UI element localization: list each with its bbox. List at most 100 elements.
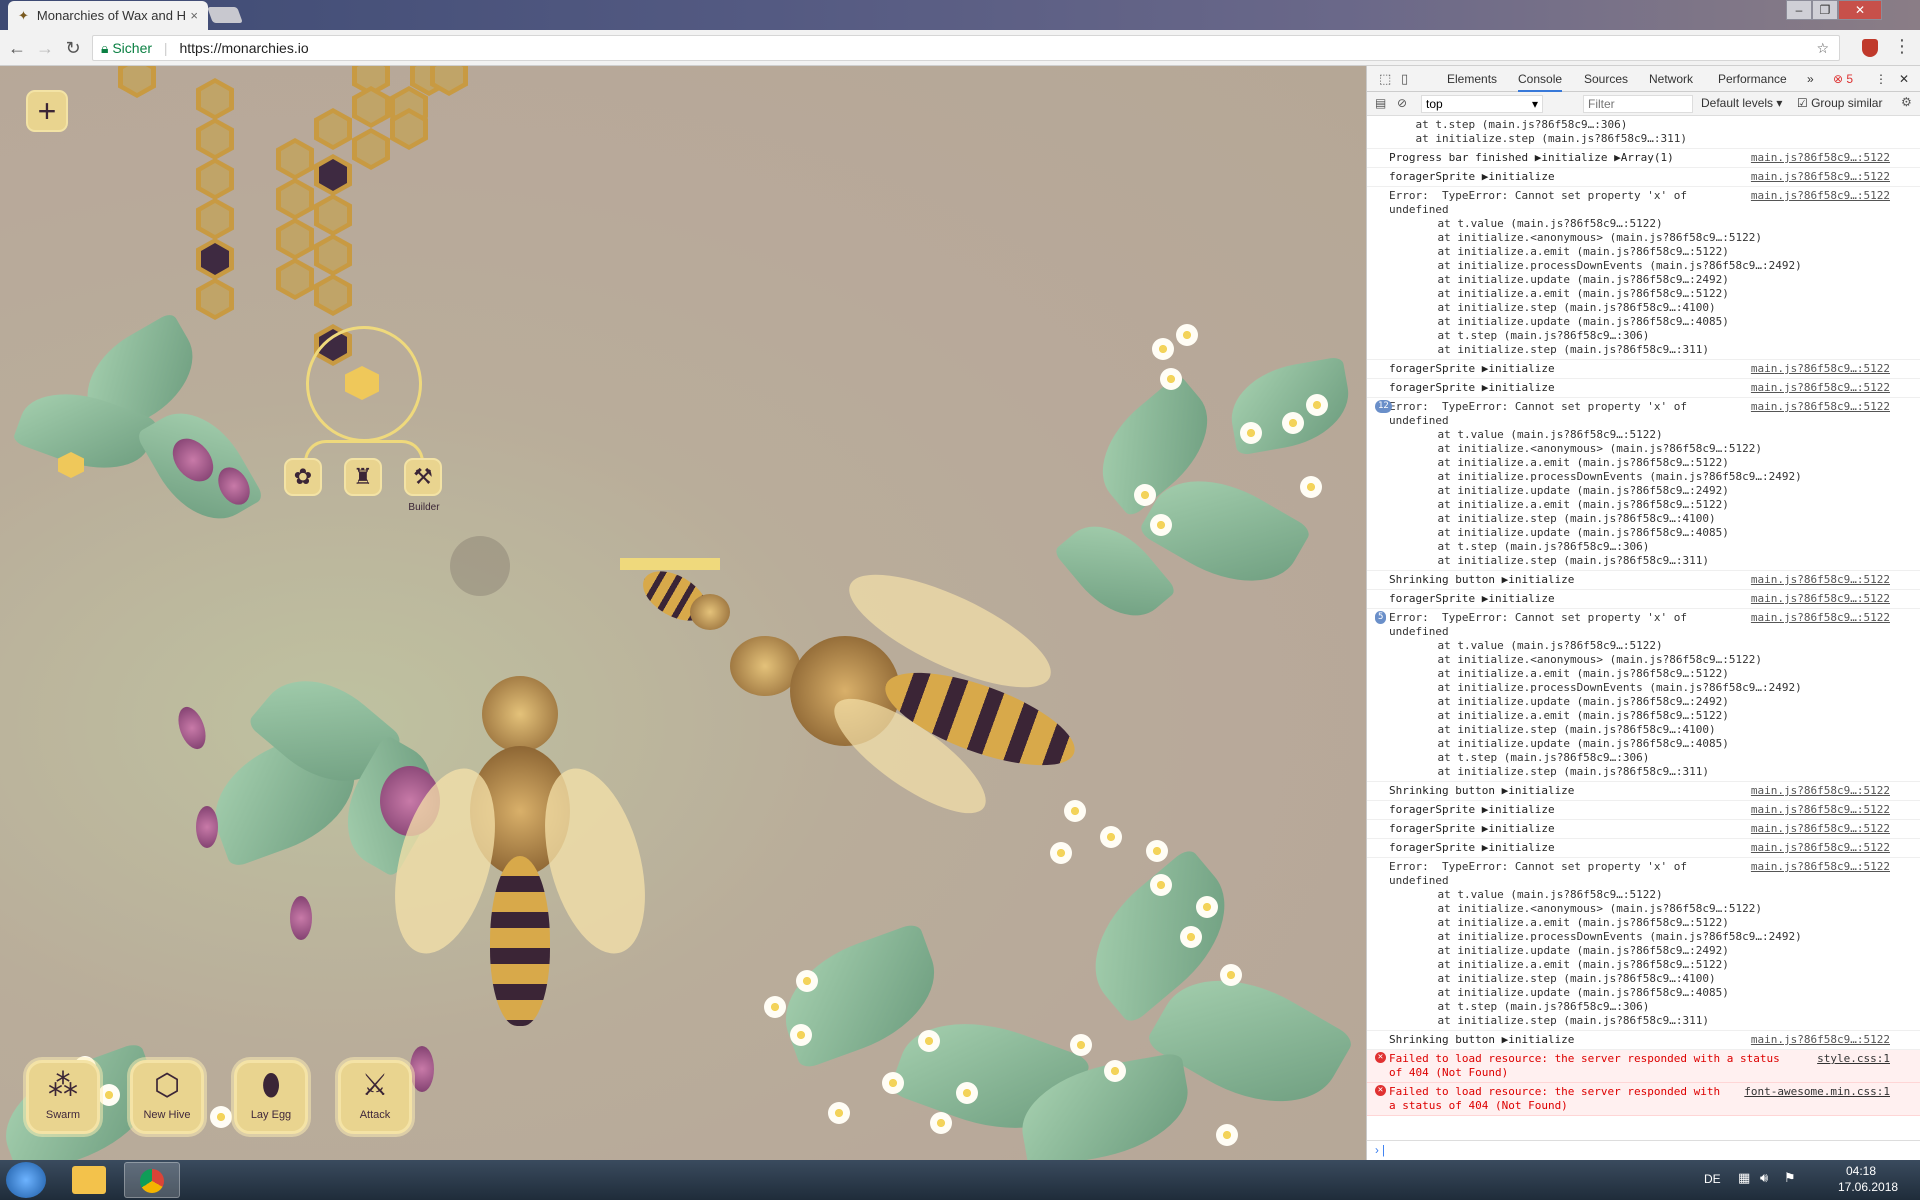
source-link[interactable]: main.js?86f58c9…:5122	[1751, 860, 1890, 874]
stack-frame[interactable]: at initialize.processDownEvents (main.js…	[1411, 930, 1916, 944]
forward-button[interactable]: →	[34, 37, 56, 59]
stack-frame[interactable]: at initialize.a.emit (main.js?86f58c9…:5…	[1411, 287, 1916, 301]
url-field[interactable]: 🔒︎ Sicher | https://monarchies.io ☆	[92, 35, 1840, 61]
filter-input[interactable]	[1583, 95, 1693, 113]
stack-frame[interactable]: at t.step (main.js?86f58c9…:306)	[1411, 751, 1916, 765]
console-log-message[interactable]: foragerSprite ▶initialize main.js?86f58c9…	[1367, 168, 1920, 187]
console-log-message[interactable]: Shrinking button ▶initialize main.js?86f5…	[1367, 1031, 1920, 1050]
swarm-button[interactable]: ⁂ Swarm	[26, 1060, 100, 1134]
builder-option-button[interactable]: ⚒	[404, 458, 442, 496]
inspect-element-icon[interactable]: ⬚	[1379, 71, 1391, 87]
stack-frame[interactable]: at initialize.processDownEvents (main.js…	[1411, 681, 1916, 695]
new-tab-button[interactable]	[207, 7, 243, 23]
console-error-message[interactable]: Error: TypeError: Cannot set property 'x…	[1367, 187, 1920, 360]
stack-frame[interactable]: at initialize.step (main.js?86f58c9…:410…	[1411, 723, 1916, 737]
source-link[interactable]: style.css:1	[1817, 1052, 1890, 1066]
stack-frame[interactable]: at t.step (main.js?86f58c9…:306)	[1411, 540, 1916, 554]
console-resource-error[interactable]: ✕ Failed to load resource: the server res…	[1367, 1050, 1920, 1083]
clock-time[interactable]: 04:18	[1846, 1164, 1876, 1178]
explorer-taskbar-icon[interactable]	[72, 1166, 106, 1194]
source-link[interactable]: main.js?86f58c9…:5122	[1751, 784, 1890, 798]
game-canvas[interactable]: + ✿ ♜ ⚒ Builder ⁂ Swarm ⬡ New Hive ⬮ Lay…	[0, 66, 1366, 1160]
console-stack-trace[interactable]: at t.value (main.js?86f58c9…:5122) at in…	[1411, 888, 1916, 1028]
reload-button[interactable]: ↻	[62, 37, 84, 59]
maximize-button[interactable]: ❐	[1812, 0, 1838, 20]
console-log-message[interactable]: foragerSprite ▶initialize main.js?86f58c9…	[1367, 820, 1920, 839]
worker-option-button[interactable]: ♜	[344, 458, 382, 496]
stack-frame[interactable]: at initialize.a.emit (main.js?86f58c9…:5…	[1411, 958, 1916, 972]
stack-frame[interactable]: at initialize.update (main.js?86f58c9…:4…	[1411, 526, 1916, 540]
extension-shield-icon[interactable]	[1862, 39, 1878, 57]
stack-frame[interactable]: at initialize.a.emit (main.js?86f58c9…:5…	[1411, 709, 1916, 723]
console-resource-error[interactable]: ✕ Failed to load resource: the server res…	[1367, 1083, 1920, 1116]
more-tabs-button[interactable]: »	[1807, 66, 1814, 92]
add-button[interactable]: +	[26, 90, 68, 132]
stack-frame[interactable]: at initialize.step (main.js?86f58c9…:311…	[1411, 343, 1916, 357]
console-log-message[interactable]: foragerSprite ▶initialize main.js?86f58c9…	[1367, 379, 1920, 398]
stack-frame[interactable]: at initialize.a.emit (main.js?86f58c9…:5…	[1411, 245, 1916, 259]
worker-bee[interactable]	[634, 561, 740, 646]
stack-frame[interactable]: at t.value (main.js?86f58c9…:5122)	[1411, 888, 1916, 902]
source-link[interactable]: main.js?86f58c9…:5122	[1751, 170, 1890, 184]
stack-frame[interactable]: at initialize.step (main.js?86f58c9…:311…	[1389, 132, 1916, 146]
console-output[interactable]: at t.step (main.js?86f58c9…:306) at init…	[1367, 116, 1920, 1160]
error-count-badge[interactable]: ⊗ 5	[1833, 66, 1853, 92]
source-link[interactable]: main.js?86f58c9…:5122	[1751, 822, 1890, 836]
stack-frame[interactable]: at initialize.a.emit (main.js?86f58c9…:5…	[1411, 456, 1916, 470]
volume-icon[interactable]: 🔊︎	[1760, 1170, 1768, 1186]
console-log-message[interactable]: foragerSprite ▶initialize main.js?86f58c9…	[1367, 590, 1920, 609]
source-link[interactable]: main.js?86f58c9…:5122	[1751, 381, 1890, 395]
stack-frame[interactable]: at t.step (main.js?86f58c9…:306)	[1389, 118, 1916, 132]
close-window-button[interactable]: ✕	[1838, 0, 1882, 20]
tab-network[interactable]: Network	[1649, 66, 1693, 92]
console-error-message[interactable]: Error: TypeError: Cannot set property 'x…	[1367, 858, 1920, 1031]
stack-frame[interactable]: at initialize.update (main.js?86f58c9…:2…	[1411, 484, 1916, 498]
stack-frame[interactable]: at t.value (main.js?86f58c9…:5122)	[1411, 428, 1916, 442]
queen-bee[interactable]	[376, 616, 664, 1036]
source-link[interactable]: main.js?86f58c9…:5122	[1751, 803, 1890, 817]
tab-sources[interactable]: Sources	[1584, 66, 1628, 92]
stack-frame[interactable]: at initialize.step (main.js?86f58c9…:410…	[1411, 512, 1916, 526]
chrome-menu-icon[interactable]: ⋮	[1893, 36, 1911, 57]
start-button[interactable]	[6, 1162, 46, 1198]
tab-console[interactable]: Console	[1518, 66, 1563, 92]
back-button[interactable]: ←	[6, 37, 28, 59]
attack-button[interactable]: ⚔ Attack	[338, 1060, 412, 1134]
console-log-message[interactable]: foragerSprite ▶initialize main.js?86f58c9…	[1367, 801, 1920, 820]
stack-frame[interactable]: at initialize.<anonymous> (main.js?86f58…	[1411, 442, 1916, 456]
group-similar-checkbox[interactable]: ☑ Group similar	[1797, 96, 1882, 110]
stack-frame[interactable]: at initialize.update (main.js?86f58c9…:2…	[1411, 695, 1916, 709]
bookmark-star-icon[interactable]: ☆	[1816, 36, 1829, 60]
stack-frame[interactable]: at initialize.a.emit (main.js?86f58c9…:5…	[1411, 916, 1916, 930]
stack-frame[interactable]: at initialize.<anonymous> (main.js?86f58…	[1411, 653, 1916, 667]
source-link[interactable]: main.js?86f58c9…:5122	[1751, 592, 1890, 606]
stack-frame[interactable]: at initialize.update (main.js?86f58c9…:4…	[1411, 315, 1916, 329]
stack-frame[interactable]: at initialize.step (main.js?86f58c9…:311…	[1411, 554, 1916, 568]
stack-frame[interactable]: at initialize.<anonymous> (main.js?86f58…	[1411, 231, 1916, 245]
console-log-message[interactable]: Shrinking button ▶initialize main.js?86f5…	[1367, 782, 1920, 801]
devtools-close-icon[interactable]: ✕	[1899, 66, 1909, 92]
stack-frame[interactable]: at initialize.<anonymous> (main.js?86f58…	[1411, 902, 1916, 916]
console-stack-trace[interactable]: at t.step (main.js?86f58c9…:306) at init…	[1367, 116, 1920, 149]
devtools-menu-icon[interactable]: ⋮	[1875, 66, 1887, 92]
stack-frame[interactable]: at initialize.update (main.js?86f58c9…:4…	[1411, 737, 1916, 751]
flag-icon[interactable]: ⚑	[1784, 1170, 1796, 1186]
stack-frame[interactable]: at initialize.step (main.js?86f58c9…:311…	[1411, 765, 1916, 779]
stack-frame[interactable]: at initialize.a.emit (main.js?86f58c9…:5…	[1411, 667, 1916, 681]
tab-close-icon[interactable]: ×	[190, 8, 198, 23]
stack-frame[interactable]: at t.value (main.js?86f58c9…:5122)	[1411, 217, 1916, 231]
stack-frame[interactable]: at initialize.update (main.js?86f58c9…:4…	[1411, 986, 1916, 1000]
console-settings-icon[interactable]: ⚙	[1901, 95, 1912, 109]
stack-frame[interactable]: at initialize.step (main.js?86f58c9…:410…	[1411, 972, 1916, 986]
console-log-message[interactable]: foragerSprite ▶initialize main.js?86f58c9…	[1367, 360, 1920, 379]
console-prompt[interactable]: › |	[1367, 1140, 1920, 1160]
source-link[interactable]: main.js?86f58c9…:5122	[1751, 841, 1890, 855]
source-link[interactable]: main.js?86f58c9…:5122	[1751, 1033, 1890, 1047]
console-stack-trace[interactable]: at t.value (main.js?86f58c9…:5122) at in…	[1411, 428, 1916, 568]
browser-tab-active[interactable]: ✦ Monarchies of Wax and H ×	[8, 1, 208, 30]
network-icon[interactable]: ▦	[1738, 1170, 1750, 1186]
tab-performance[interactable]: Performance	[1718, 66, 1787, 92]
stack-frame[interactable]: at initialize.update (main.js?86f58c9…:2…	[1411, 273, 1916, 287]
console-error-message[interactable]: 12 Error: TypeError: Cannot set property …	[1367, 398, 1920, 571]
device-toolbar-icon[interactable]: ▯	[1401, 71, 1408, 87]
